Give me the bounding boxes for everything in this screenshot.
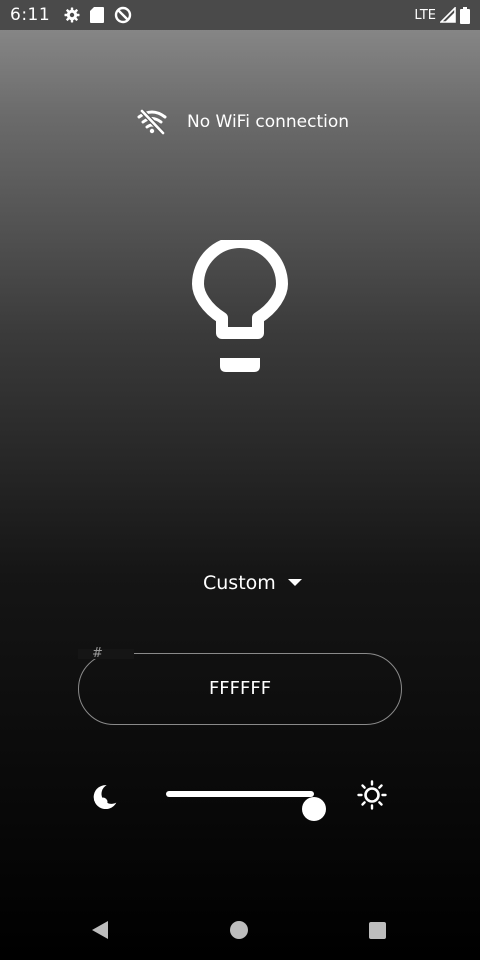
sun-icon [357,780,387,810]
moon-icon [93,785,117,809]
recents-icon[interactable] [369,922,386,939]
network-type: LTE [414,7,436,23]
connection-message: No WiFi connection [187,112,350,132]
status-bar: 6:11 LTE [0,0,480,30]
sd-card-icon [90,7,105,23]
mode-selected-label: Custom [203,572,276,594]
signal-icon [440,7,456,23]
status-left-icons [64,6,132,24]
gear-icon [64,7,80,23]
navigation-bar [0,900,480,960]
home-icon[interactable] [230,921,248,939]
battery-icon [460,6,470,24]
brightness-control [0,776,480,821]
hex-color-input[interactable]: FFFFFF [78,653,402,725]
chevron-down-icon [287,579,302,586]
back-icon[interactable] [90,920,110,940]
hex-color-field[interactable]: # FFFFFF [78,646,402,725]
app-screen: 6:11 LTE No WiFi connection Custom # FFF… [0,0,480,960]
brightness-slider-thumb[interactable] [302,797,326,821]
connection-status: No WiFi connection [137,108,349,136]
no-sync-icon [114,6,132,24]
mode-dropdown[interactable]: Custom [203,572,302,594]
status-time: 6:11 [10,5,51,25]
status-right: LTE [414,6,470,24]
lightbulb-icon[interactable] [190,240,290,376]
wifi-off-icon [137,109,167,135]
brightness-slider-track[interactable] [166,791,326,821]
